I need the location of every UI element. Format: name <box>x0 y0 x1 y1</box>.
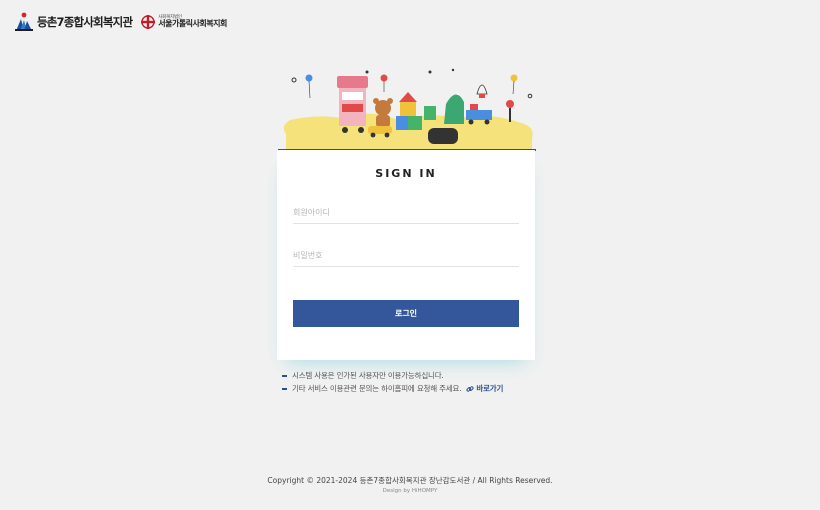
design-credit: Design by HiHOMPY <box>382 488 438 494</box>
link-icon <box>466 385 474 392</box>
toy-illustration <box>278 68 536 151</box>
bullet-dash-icon <box>282 374 287 377</box>
bullet-dash-icon <box>282 387 287 390</box>
member-id-input[interactable] <box>293 202 519 224</box>
password-input[interactable] <box>293 245 519 267</box>
notice-text: 기타 서비스 이용관련 문의는 하이홈피에 요청해 주세요. <box>292 384 462 393</box>
welfare-center-logo[interactable]: 등촌7종합사회복지관 <box>14 12 133 32</box>
login-title: SIGN IN <box>375 167 437 180</box>
notice-item: 기타 서비스 이용관련 문의는 하이홈피에 요청해 주세요. 바로가기 <box>282 382 503 395</box>
notice-list: 시스템 사용은 인가된 사용자만 이용가능하십니다. 기타 서비스 이용관련 문… <box>282 369 503 395</box>
shortcut-link-label: 바로가기 <box>476 384 504 393</box>
login-card: SIGN IN 로그인 <box>277 150 535 360</box>
welfare-center-name: 등촌7종합사회복지관 <box>37 15 133 29</box>
site-header: 등촌7종합사회복지관 사회복지법인 서울가톨릭사회복지회 <box>14 12 227 32</box>
notice-text: 시스템 사용은 인가된 사용자만 이용가능하십니다. <box>292 371 444 380</box>
shortcut-link[interactable]: 바로가기 <box>466 383 503 394</box>
cross-logo-icon <box>141 15 156 29</box>
catholic-welfare-name: 서울가톨릭사회복지회 <box>158 19 227 29</box>
community-logo-icon <box>15 12 33 31</box>
login-button[interactable]: 로그인 <box>293 300 519 327</box>
catholic-welfare-logo[interactable]: 사회복지법인 서울가톨릭사회복지회 <box>140 14 227 30</box>
copyright-text: Copyright © 2021-2024 등촌7종합사회복지관 장난감도서관 … <box>267 476 553 485</box>
notice-item: 시스템 사용은 인가된 사용자만 이용가능하십니다. <box>282 369 503 382</box>
